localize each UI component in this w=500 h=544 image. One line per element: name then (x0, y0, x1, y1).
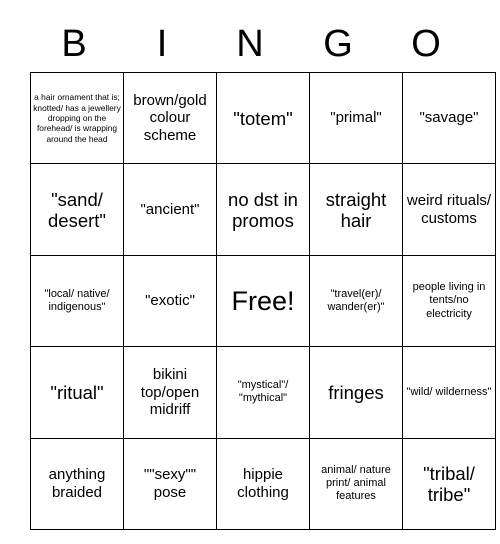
bingo-cell-label: "exotic" (145, 292, 195, 310)
bingo-cell-label: no dst in promos (228, 188, 298, 231)
bingo-cell[interactable]: "primal" (309, 71, 403, 165)
bingo-row: "local/ native/ indigenous" "exotic" Fre… (30, 254, 496, 348)
bingo-cell-label: "local/ native/ indigenous" (44, 287, 110, 313)
bingo-cell[interactable]: "exotic" (123, 254, 217, 348)
bingo-cell[interactable]: a hair ornament that is; knotted/ has a … (30, 71, 124, 165)
bingo-header: B I N G O (30, 16, 470, 72)
bingo-cell[interactable]: weird rituals/ customs (402, 163, 496, 256)
bingo-cell-label: anything braided (48, 466, 106, 501)
bingo-free-label: Free! (231, 285, 295, 316)
bingo-cell-label: hippie clothing (237, 466, 289, 501)
bingo-grid: a hair ornament that is; knotted/ has a … (30, 71, 496, 530)
bingo-cell[interactable]: "ancient" (123, 163, 217, 256)
bingo-cell[interactable]: hippie clothing (216, 437, 310, 530)
bingo-row: a hair ornament that is; knotted/ has a … (30, 71, 496, 165)
bingo-cell[interactable]: people living in tents/no electricity (402, 254, 496, 348)
bingo-row: "sand/ desert" "ancient" no dst in promo… (30, 163, 496, 256)
bingo-cell-label: fringes (328, 381, 384, 403)
bingo-cell[interactable]: brown/gold colour scheme (123, 71, 217, 165)
bingo-card: B I N G O a hair ornament that is; knott… (30, 16, 496, 530)
header-letter-n: N (236, 23, 264, 65)
bingo-cell-label: "travel(er)/ wander(er)" (327, 287, 385, 313)
bingo-cell[interactable]: "travel(er)/ wander(er)" (309, 254, 403, 348)
bingo-cell[interactable]: straight hair (309, 163, 403, 256)
bingo-cell-label: "totem" (233, 107, 293, 129)
bingo-cell-label: brown/gold colour scheme (133, 91, 207, 144)
bingo-cell[interactable]: fringes (309, 346, 403, 439)
bingo-cell[interactable]: anything braided (30, 437, 124, 530)
bingo-cell-label: people living in tents/no electricity (412, 281, 486, 320)
header-letter-g: G (323, 23, 353, 65)
bingo-cell-label: a hair ornament that is; knotted/ has a … (33, 92, 121, 144)
bingo-cell-label: bikini top/open midriff (140, 366, 200, 419)
bingo-row: "ritual" bikini top/open midriff "mystic… (30, 346, 496, 439)
bingo-cell[interactable]: animal/ nature print/ animal features (309, 437, 403, 530)
header-letter-b: B (61, 23, 87, 65)
bingo-cell[interactable]: ""sexy"" pose (123, 437, 217, 530)
bingo-cell-label: "savage" (419, 109, 479, 127)
bingo-cell-label: straight hair (325, 188, 387, 231)
bingo-cell-label: weird rituals/ customs (406, 192, 492, 227)
bingo-cell[interactable]: "totem" (216, 71, 310, 165)
bingo-cell[interactable]: "local/ native/ indigenous" (30, 254, 124, 348)
bingo-cell[interactable]: "sand/ desert" (30, 163, 124, 256)
bingo-row: anything braided ""sexy"" pose hippie cl… (30, 437, 496, 530)
bingo-cell-label: "ancient" (140, 200, 200, 218)
bingo-cell-label: "sand/ desert" (48, 188, 106, 231)
bingo-cell[interactable]: "wild/ wilderness" (402, 346, 496, 439)
header-letter-o: O (411, 23, 441, 65)
bingo-cell-label: "primal" (330, 109, 382, 127)
bingo-cell-free[interactable]: Free! (216, 254, 310, 348)
header-letter-i: I (156, 23, 168, 65)
bingo-cell-label: "wild/ wilderness" (406, 385, 492, 398)
bingo-cell[interactable]: "mystical"/ "mythical" (216, 346, 310, 439)
bingo-cell[interactable]: "tribal/ tribe" (402, 437, 496, 530)
bingo-cell-label: animal/ nature print/ animal features (321, 463, 391, 503)
bingo-cell-label: "ritual" (50, 381, 104, 403)
bingo-cell[interactable]: "ritual" (30, 346, 124, 439)
bingo-cell-label: "mystical"/ "mythical" (237, 379, 289, 405)
bingo-cell[interactable]: "savage" (402, 71, 496, 165)
bingo-cell-label: ""sexy"" pose (143, 466, 197, 501)
bingo-cell-label: "tribal/ tribe" (423, 462, 475, 505)
bingo-cell[interactable]: bikini top/open midriff (123, 346, 217, 439)
bingo-cell[interactable]: no dst in promos (216, 163, 310, 256)
